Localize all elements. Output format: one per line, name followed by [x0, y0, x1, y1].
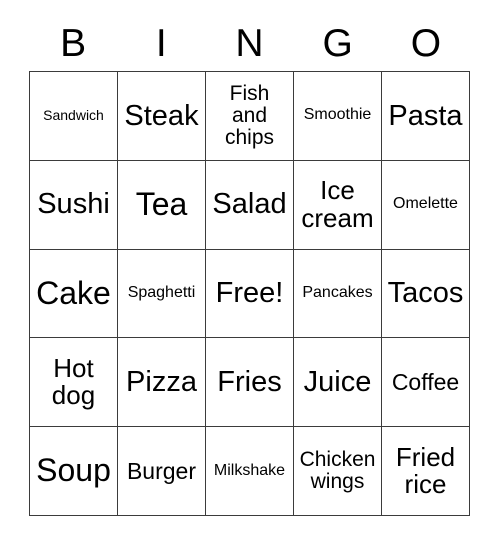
bingo-cell-free[interactable]: Free! — [206, 249, 294, 339]
bingo-cell-label: Chicken wings — [299, 447, 376, 494]
bingo-cell-label: Omelette — [393, 195, 458, 213]
bingo-cell-label: Pancakes — [302, 284, 373, 302]
bingo-cell-label: Juice — [303, 365, 372, 398]
bingo-row: Cake Spaghetti Free! Pancakes Tacos — [30, 249, 470, 339]
bingo-cell[interactable]: Ice cream — [294, 160, 382, 250]
bingo-cell-label: Steak — [124, 99, 199, 132]
bingo-cell[interactable]: Sandwich — [30, 72, 118, 161]
bingo-cell[interactable]: Burger — [118, 427, 206, 516]
bingo-cell[interactable]: Pizza — [118, 338, 206, 428]
bingo-cell[interactable]: Hot dog — [30, 338, 118, 428]
bingo-cell-label: Fries — [217, 365, 282, 398]
bingo-header: B I N G O — [29, 16, 470, 71]
bingo-cell[interactable]: Pasta — [382, 72, 470, 161]
bingo-row: Soup Burger Milkshake Chicken wings Frie… — [30, 427, 470, 516]
bingo-cell[interactable]: Soup — [30, 427, 118, 516]
bingo-cell-label: Soup — [36, 452, 111, 489]
bingo-cell-label: Spaghetti — [127, 284, 196, 302]
bingo-cell-label: Smoothie — [303, 106, 372, 124]
bingo-cell[interactable]: Coffee — [382, 338, 470, 428]
bingo-cell-label: Pasta — [388, 99, 463, 132]
bingo-cell-label: Fried rice — [395, 441, 456, 500]
bingo-cell-label: Salad — [212, 188, 287, 221]
bingo-cell[interactable]: Chicken wings — [294, 427, 382, 516]
bingo-cell[interactable]: Spaghetti — [118, 249, 206, 339]
bingo-grid: Sandwich Steak Fish and chips Smoothie P… — [29, 71, 470, 516]
bingo-cell[interactable]: Tea — [118, 160, 206, 250]
bingo-row: Sandwich Steak Fish and chips Smoothie P… — [30, 72, 470, 161]
bingo-cell[interactable]: Omelette — [382, 160, 470, 250]
bingo-cell-label: Milkshake — [213, 461, 286, 479]
bingo-cell[interactable]: Juice — [294, 338, 382, 428]
bingo-cell[interactable]: Salad — [206, 160, 294, 250]
bingo-cell[interactable]: Milkshake — [206, 427, 294, 516]
bingo-cell-label: Tacos — [387, 277, 464, 310]
bingo-cell[interactable]: Cake — [30, 249, 118, 339]
bingo-cell[interactable]: Smoothie — [294, 72, 382, 161]
bingo-cell[interactable]: Sushi — [30, 160, 118, 250]
bingo-cell-label: Fish and chips — [224, 81, 275, 150]
bingo-cell[interactable]: Pancakes — [294, 249, 382, 339]
bingo-cell-label: Pizza — [126, 365, 197, 398]
bingo-cell-label: Free! — [215, 277, 284, 310]
bingo-cell[interactable]: Tacos — [382, 249, 470, 339]
header-letter-o: O — [410, 22, 442, 65]
bingo-row: Sushi Tea Salad Ice cream Omelette — [30, 160, 470, 250]
header-letter-b: B — [60, 22, 87, 65]
bingo-cell-label: Coffee — [391, 369, 460, 396]
bingo-cell-label: Ice cream — [301, 175, 374, 233]
bingo-cell[interactable]: Steak — [118, 72, 206, 161]
bingo-cell-label: Sushi — [37, 188, 110, 221]
bingo-cell-label: Tea — [135, 185, 188, 222]
header-letter-g: G — [322, 22, 353, 65]
bingo-cell-label: Cake — [36, 274, 111, 311]
bingo-cell[interactable]: Fish and chips — [206, 72, 294, 161]
bingo-cell-label: Hot dog — [51, 352, 96, 411]
bingo-card: B I N G O Sandwich Steak Fish and chips … — [29, 16, 470, 516]
header-letter-i: I — [155, 22, 167, 65]
bingo-row: Hot dog Pizza Fries Juice Coffee — [30, 338, 470, 428]
bingo-cell[interactable]: Fries — [206, 338, 294, 428]
bingo-cell[interactable]: Fried rice — [382, 427, 470, 516]
header-letter-n: N — [235, 22, 264, 65]
bingo-cell-label: Sandwich — [43, 107, 104, 124]
bingo-cell-label: Burger — [126, 457, 197, 484]
